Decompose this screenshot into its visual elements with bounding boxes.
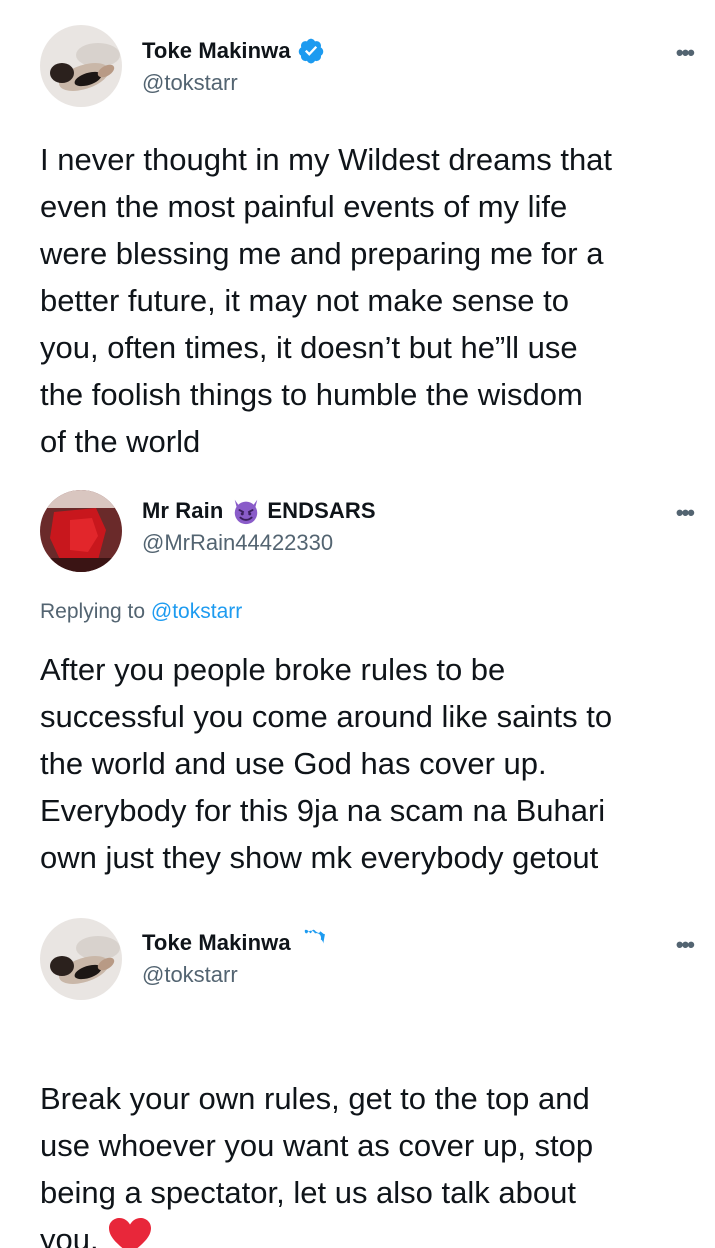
author-name-row: Mr Rain ENDSARS — [142, 494, 376, 528]
verified-badge-icon — [298, 38, 323, 64]
avatar[interactable] — [40, 918, 122, 1000]
author-name-row: Toke Makinwa — [142, 34, 325, 68]
more-options-icon[interactable]: ••• — [676, 42, 695, 64]
author-display-name[interactable]: Toke Makinwa — [142, 38, 291, 64]
author-handle[interactable]: @tokstarr — [142, 962, 238, 988]
smiling-devil-emoji-icon — [235, 499, 258, 525]
tweet-text: I never thought in my Wildest dreams tha… — [40, 142, 613, 459]
author-display-name[interactable]: Toke Makinwa — [142, 930, 291, 956]
author-display-name[interactable]: Mr Rain — [142, 498, 223, 524]
profile-photo-icon — [40, 490, 122, 572]
avatar[interactable] — [40, 490, 122, 572]
replying-mention-link[interactable]: @tokstarr — [151, 600, 242, 623]
author-handle[interactable]: @MrRain44422330 — [142, 530, 333, 556]
author-display-name-suffix[interactable]: ENDSARS — [267, 498, 375, 524]
tweet-text: Break your own rules, get to the top and… — [40, 1028, 710, 1248]
more-options-icon[interactable]: ••• — [676, 934, 695, 956]
author-handle[interactable]: @tokstarr — [142, 70, 238, 96]
more-options-icon[interactable]: ••• — [676, 502, 695, 524]
red-heart-emoji-icon — [108, 1218, 151, 1248]
tweet-text: After you people broke rules to be succe… — [40, 652, 613, 875]
avatar[interactable] — [40, 25, 122, 107]
profile-photo-icon — [40, 25, 122, 107]
tweet-thread: Toke Makinwa @tokstarr ••• I never thoug… — [0, 0, 715, 1248]
author-name-row: Toke Makinwa — [142, 926, 325, 960]
replying-label: Replying to — [40, 600, 146, 623]
replying-to: Replying to @tokstarr — [40, 600, 242, 624]
verified-badge-icon — [304, 929, 325, 948]
profile-photo-icon — [40, 918, 122, 1000]
